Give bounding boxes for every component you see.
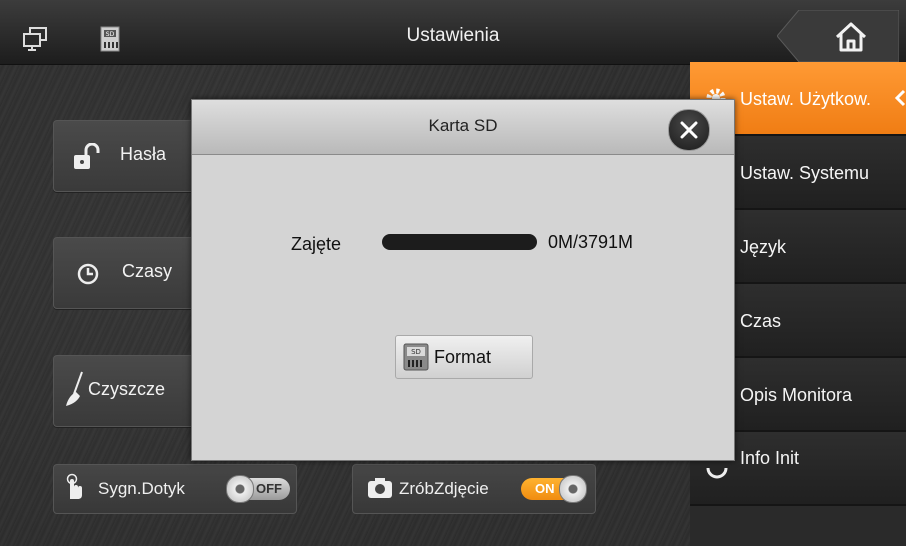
touch-sound-toggle[interactable]: OFF [226,475,290,503]
sidebar-item-label: Ustaw. Użytkow. [740,89,872,109]
sidebar-item-label: Info Init [740,448,800,468]
format-button[interactable]: SD Format [395,335,533,379]
cleaning-tile[interactable]: Czyszcze [53,355,205,427]
usage-bar [382,234,537,250]
monitor-icon[interactable] [22,26,48,52]
close-button[interactable] [668,109,710,151]
unlock-icon [74,143,100,169]
sidebar-item-label: Czas [740,311,782,331]
used-label: Zajęte [291,234,342,254]
format-label: Format [434,347,492,367]
touch-sound-label: Sygn.Dotyk [98,479,185,498]
page-title: Ustawienia [406,25,500,46]
take-photo-toggle[interactable]: ON [521,475,587,503]
cleaning-label: Czyszcze [88,379,166,399]
take-photo-row: ZróbZdjęcie ON [352,464,596,514]
broom-icon [66,371,83,406]
times-tile[interactable]: Czasy [53,237,205,309]
top-bar: Ustawienia SD [0,0,906,65]
svg-text:SD: SD [411,348,421,356]
clock-icon [77,263,99,285]
toggle-knob [559,475,587,503]
camera-icon [368,478,392,498]
home-button[interactable] [776,9,900,63]
touch-sound-state: OFF [256,481,282,496]
dialog-title: Karta SD [428,116,498,135]
sd-card-icon: SD [403,343,429,371]
svg-text:SD: SD [106,31,115,38]
passwords-tile[interactable]: Hasła [53,120,205,192]
times-label: Czasy [122,261,173,281]
take-photo-state: ON [535,481,555,496]
passwords-label: Hasła [120,144,167,164]
touch-sound-row: Sygn.Dotyk OFF [53,464,297,514]
used-value: 0M/3791M [548,232,634,252]
dialog-header: Karta SD [192,100,734,155]
close-icon [680,121,698,139]
sidebar-item-label: Ustaw. Systemu [740,163,870,183]
sidebar-item-label: Język [740,237,787,257]
toggle-knob [226,475,254,503]
chevron-left-icon [894,89,906,107]
sidebar-item-label: Opis Monitora [740,385,853,405]
take-photo-label: ZróbZdjęcie [399,479,489,498]
hand-touch-icon [66,473,82,499]
sd-card-icon[interactable]: SD [98,26,122,52]
sd-card-dialog: Karta SD Zajęte 0M/3791M SD Format [191,99,735,461]
